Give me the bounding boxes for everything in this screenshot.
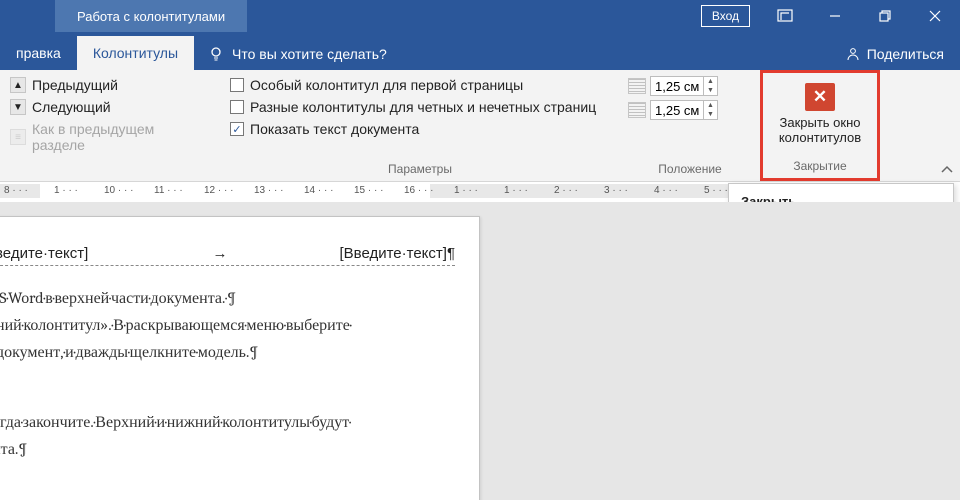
link-to-previous-button: ≡ Как в предыдущем разделе [8,118,212,156]
ruler-mark: 4 · · · [654,185,678,196]
ruler-mark: 13 · · · [254,185,283,196]
next-label: Следующий [32,99,111,115]
group-navigation: ▲ Предыдущий ▼ Следующий ≡ Как в предыду… [0,70,220,181]
restore-button[interactable] [860,0,910,32]
odd-even-checkbox[interactable]: Разные колонтитулы для четных и нечетных… [228,96,612,118]
ruler-mark: 12 · · · [204,185,233,196]
ribbon-tab-row: правка Колонтитулы Что вы хотите сделать… [0,32,960,70]
body-line: ·в·документ,·и·дважды·щелкните·модель.¶ [0,340,455,365]
group-close-title: Закрытие [793,159,846,176]
header-from-top-value[interactable] [651,77,703,95]
link-icon: ≡ [10,129,26,145]
close-header-footer-button[interactable]: ✕ Закрыть окно колонтитулов [779,77,861,145]
tab-edit[interactable]: правка [0,36,77,70]
footer-from-bottom-input[interactable]: ▲▼ [650,100,718,120]
checkbox-icon [230,100,244,114]
checkbox-icon [230,78,244,92]
header-edit-row[interactable]: Введите·текст] → [Введите·текст]¶ [0,245,455,266]
header-distance-icon [628,78,646,94]
prev-section-button[interactable]: ▲ Предыдущий [8,74,212,96]
show-doc-text-checkbox[interactable]: ✓ Показать текст документа [228,118,612,140]
ruler-mark: 14 · · · [304,185,333,196]
ruler-mark: 2 · · · [554,185,578,196]
ruler-mark: 1 · · · [504,185,528,196]
spin-down-icon[interactable]: ▼ [704,86,717,95]
chevron-up-icon [940,164,954,174]
minimize-button[interactable] [810,0,860,32]
ruler-mark: 16 · · · [404,185,433,196]
close-label-line1: Закрыть окно [779,115,860,130]
spin-down-icon[interactable]: ▼ [704,110,717,119]
ruler-mark: 8 · · · [4,185,28,196]
show-doc-label: Показать текст документа [250,121,419,137]
page[interactable]: Введите·текст] → [Введите·текст]¶ MS·Wor… [0,216,480,500]
share-button[interactable]: Поделиться [829,46,960,70]
prev-label: Предыдущий [32,77,118,93]
contextual-tab-label: Работа с колонтитулами [55,0,247,32]
tell-me-label: Что вы хотите сделать? [232,46,387,62]
checkbox-checked-icon: ✓ [230,122,244,136]
next-icon: ▼ [10,99,26,115]
odd-even-label: Разные колонтитулы для четных и нечетных… [250,99,596,115]
group-position: ▲▼ ▲▼ Положение [620,70,760,181]
ruler-mark: 5 · · · [704,185,728,196]
close-icon [928,9,942,23]
prev-icon: ▲ [10,77,26,93]
ruler-mark: 3 · · · [604,185,628,196]
footer-from-bottom-value[interactable] [651,101,703,119]
header-from-top-row: ▲▼ [628,74,752,98]
display-options-icon [777,9,793,23]
ruler-mark: 1 · · · [454,185,478,196]
ruler-mark: 1 · · · [54,185,78,196]
minimize-icon [828,9,842,23]
group-options-title: Параметры [228,162,612,179]
next-section-button[interactable]: ▼ Следующий [8,96,212,118]
group-options: Особый колонтитул для первой страницы Ра… [220,70,620,181]
header-right-field[interactable]: [Введите·текст]¶ [298,245,455,262]
ruler-mark: 15 · · · [354,185,383,196]
display-options-button[interactable] [760,0,810,32]
spin-up-icon[interactable]: ▲ [704,101,717,110]
tab-header-footer[interactable]: Колонтитулы [77,36,194,70]
body-text: MS·Word·в·верхней·части·документа.·¶ жни… [0,286,455,462]
body-line: жний·колонтитул».·В·раскрывающемся·меню·… [0,313,455,338]
group-nav-title [8,162,212,179]
tell-me-box[interactable]: Что вы хотите сделать? [194,46,401,70]
sign-in-button[interactable]: Вход [701,5,750,27]
close-label-line2: колонтитулов [779,130,861,145]
header-center-field[interactable]: → [142,245,299,262]
header-left-field[interactable]: Введите·текст] [0,245,142,262]
body-line: когда·закончите.·Верхний·и·нижний·колонт… [0,410,455,435]
body-line: ента.¶ [0,437,455,462]
first-page-label: Особый колонтитул для первой страницы [250,77,523,93]
header-from-top-input[interactable]: ▲▼ [650,76,718,96]
footer-distance-icon [628,102,646,118]
group-close: ✕ Закрыть окно колонтитулов Закрытие [760,70,880,181]
lightbulb-icon [208,46,224,62]
ruler-mark: 10 · · · [104,185,133,196]
share-icon [845,46,861,62]
link-label: Как в предыдущем разделе [32,121,210,153]
spin-up-icon[interactable]: ▲ [704,77,717,86]
close-window-button[interactable] [910,0,960,32]
footer-from-bottom-row: ▲▼ [628,98,752,122]
body-line: MS·Word·в·верхней·части·документа.·¶ [0,286,455,311]
group-position-title: Положение [628,162,752,179]
ribbon: ▲ Предыдущий ▼ Следующий ≡ Как в предыду… [0,70,960,182]
close-header-footer-icon: ✕ [805,83,835,111]
title-bar: Работа с колонтитулами Вход [0,0,960,32]
collapse-ribbon-button[interactable] [940,163,954,177]
first-page-checkbox[interactable]: Особый колонтитул для первой страницы [228,74,612,96]
restore-icon [878,9,892,23]
ruler-mark: 11 · · · [154,185,183,196]
share-label: Поделиться [867,46,944,62]
document-area[interactable]: Введите·текст] → [Введите·текст]¶ MS·Wor… [0,202,960,500]
